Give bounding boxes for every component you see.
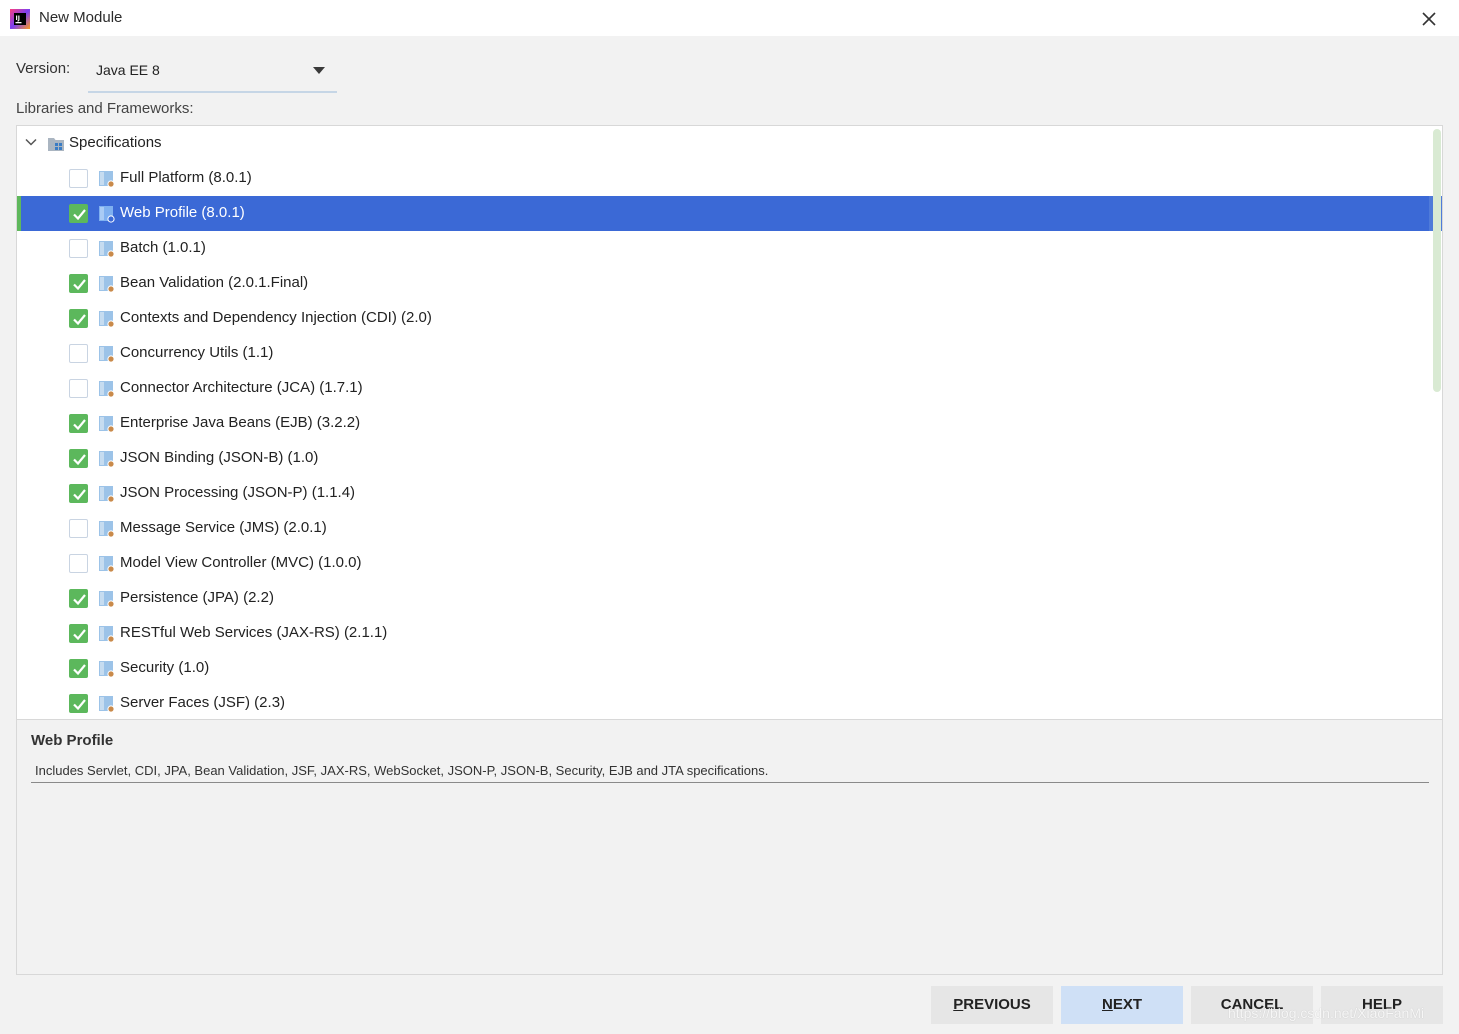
checkbox[interactable]	[69, 624, 88, 643]
checkmark-icon	[73, 454, 86, 466]
library-icon	[99, 346, 115, 363]
version-label: Version:	[16, 60, 71, 77]
library-icon	[99, 276, 115, 293]
tree-root-label: Specifications	[69, 134, 162, 151]
checkbox[interactable]	[69, 309, 88, 328]
tree-item[interactable]: Bean Validation (2.0.1.Final)	[17, 266, 1442, 301]
title-bar: IJ New Module	[0, 0, 1459, 36]
tree-item-label: RESTful Web Services (JAX-RS) (2.1.1)	[120, 624, 388, 641]
tree-item-label: Web Profile (8.0.1)	[120, 204, 245, 221]
library-icon	[99, 556, 115, 573]
checkmark-icon	[73, 279, 86, 291]
library-icon	[99, 311, 115, 328]
tree-item-label: Batch (1.0.1)	[120, 239, 206, 256]
tree-item[interactable]: RESTful Web Services (JAX-RS) (2.1.1)	[17, 616, 1442, 651]
library-icon	[99, 241, 115, 258]
tree-root-specifications[interactable]: Specifications	[17, 126, 1427, 161]
checkbox[interactable]	[69, 239, 88, 258]
version-dropdown[interactable]: Java EE 8	[88, 51, 337, 93]
tree-item-label: Persistence (JPA) (2.2)	[120, 589, 274, 606]
checkmark-icon	[73, 419, 86, 431]
checkbox[interactable]	[69, 554, 88, 573]
tree-item[interactable]: Full Platform (8.0.1)	[17, 161, 1442, 196]
checkmark-icon	[73, 594, 86, 606]
tree-item-label: Contexts and Dependency Injection (CDI) …	[120, 309, 432, 326]
checkbox[interactable]	[69, 274, 88, 293]
svg-text:IJ: IJ	[16, 15, 20, 22]
checkmark-icon	[73, 664, 86, 676]
library-icon	[99, 451, 115, 468]
library-icon	[99, 591, 115, 608]
library-icon	[99, 521, 115, 538]
watermark: https://blog.csdn.net/XiaoFanMi	[1228, 1005, 1425, 1021]
library-icon	[99, 661, 115, 678]
checkmark-icon	[73, 209, 86, 221]
checkmark-icon	[73, 699, 86, 711]
tree-item[interactable]: Model View Controller (MVC) (1.0.0)	[17, 546, 1442, 581]
next-button[interactable]: NEXT	[1061, 986, 1183, 1024]
tree-item[interactable]: Message Service (JMS) (2.0.1)	[17, 511, 1442, 546]
checkbox[interactable]	[69, 379, 88, 398]
checkbox[interactable]	[69, 169, 88, 188]
description-panel: Web Profile Includes Servlet, CDI, JPA, …	[16, 720, 1443, 975]
tree-item[interactable]: Contexts and Dependency Injection (CDI) …	[17, 301, 1442, 336]
description-title: Web Profile	[31, 732, 114, 749]
library-icon	[99, 626, 115, 643]
tree-item-label: Full Platform (8.0.1)	[120, 169, 252, 186]
description-text: Includes Servlet, CDI, JPA, Bean Validat…	[35, 763, 769, 778]
checkbox[interactable]	[69, 694, 88, 713]
tree-item-label: Connector Architecture (JCA) (1.7.1)	[120, 379, 363, 396]
tree-item-label: Enterprise Java Beans (EJB) (3.2.2)	[120, 414, 361, 431]
library-icon	[99, 381, 115, 398]
selection-marker	[17, 196, 21, 231]
folder-icon	[48, 138, 64, 151]
tree-item-label: JSON Binding (JSON-B) (1.0)	[120, 449, 319, 466]
vertical-scrollbar[interactable]	[1433, 129, 1441, 392]
tree-item-label: Concurrency Utils (1.1)	[120, 344, 274, 361]
window-title: New Module	[39, 9, 123, 26]
tree-item[interactable]: Persistence (JPA) (2.2)	[17, 581, 1442, 616]
previous-button[interactable]: PREVIOUS	[931, 986, 1053, 1024]
checkmark-icon	[73, 314, 86, 326]
tree-item[interactable]: Security (1.0)	[17, 651, 1442, 686]
close-icon[interactable]	[1416, 6, 1442, 32]
libraries-label: Libraries and Frameworks:	[16, 100, 194, 117]
checkbox[interactable]	[69, 589, 88, 608]
library-icon	[99, 696, 115, 713]
checkbox[interactable]	[69, 204, 88, 223]
checkbox[interactable]	[69, 659, 88, 678]
tree-item-label: Message Service (JMS) (2.0.1)	[120, 519, 327, 536]
tree-item[interactable]: Concurrency Utils (1.1)	[17, 336, 1442, 371]
chevron-down-icon[interactable]	[25, 136, 37, 148]
frameworks-tree[interactable]: Specifications Full Platform (8.0.1) Web …	[16, 125, 1443, 720]
tree-item[interactable]: Batch (1.0.1)	[17, 231, 1442, 266]
checkmark-icon	[73, 489, 86, 501]
intellij-logo-icon: IJ	[10, 9, 30, 29]
checkbox[interactable]	[69, 414, 88, 433]
library-icon	[99, 486, 115, 503]
checkbox[interactable]	[69, 484, 88, 503]
version-selected-value: Java EE 8	[96, 62, 160, 78]
tree-item[interactable]: Enterprise Java Beans (EJB) (3.2.2)	[17, 406, 1442, 441]
checkbox[interactable]	[69, 344, 88, 363]
divider	[31, 782, 1429, 783]
library-icon	[99, 206, 115, 223]
checkbox[interactable]	[69, 519, 88, 538]
checkbox[interactable]	[69, 449, 88, 468]
tree-item[interactable]: JSON Binding (JSON-B) (1.0)	[17, 441, 1442, 476]
tree-item-label: JSON Processing (JSON-P) (1.1.4)	[120, 484, 356, 501]
tree-item[interactable]: JSON Processing (JSON-P) (1.1.4)	[17, 476, 1442, 511]
tree-item-label: Bean Validation (2.0.1.Final)	[120, 274, 309, 291]
library-icon	[99, 171, 115, 188]
tree-item[interactable]: Server Faces (JSF) (2.3)	[17, 686, 1442, 719]
tree-item-label: Model View Controller (MVC) (1.0.0)	[120, 554, 362, 571]
caret-down-icon	[313, 67, 325, 74]
tree-item[interactable]: Connector Architecture (JCA) (1.7.1)	[17, 371, 1442, 406]
tree-item-label: Security (1.0)	[120, 659, 210, 676]
tree-item[interactable]: Web Profile (8.0.1)	[17, 196, 1442, 231]
library-icon	[99, 416, 115, 433]
tree-item-label: Server Faces (JSF) (2.3)	[120, 694, 286, 711]
checkmark-icon	[73, 629, 86, 641]
